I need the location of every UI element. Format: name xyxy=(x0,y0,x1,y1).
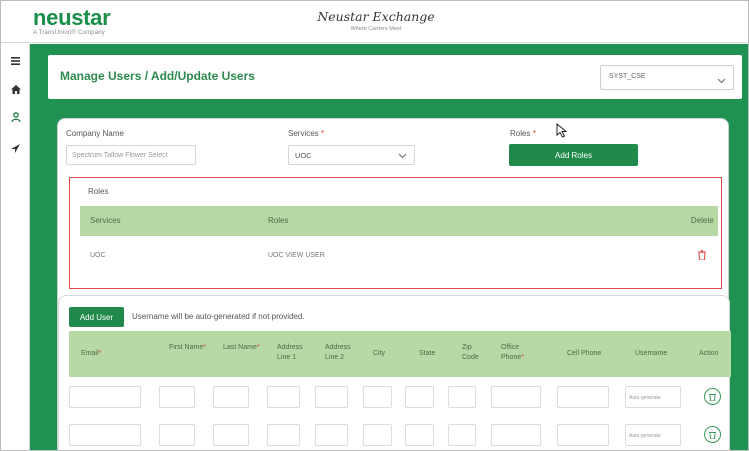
col-zip: Zip Code xyxy=(462,344,479,361)
menu-icon[interactable] xyxy=(7,54,24,68)
users-table-header: Email* First Name* Last Name* Address Li… xyxy=(69,331,731,377)
address-1-field[interactable] xyxy=(267,386,300,408)
address-1-field[interactable] xyxy=(267,424,300,446)
profile-select-value: SYST_CSE xyxy=(609,73,646,80)
roles-table-header: Services Roles Delete xyxy=(80,206,718,236)
send-icon[interactable] xyxy=(7,141,24,155)
chevron-down-icon xyxy=(717,72,726,90)
services-select-value: UOC xyxy=(295,151,312,160)
first-name-field[interactable] xyxy=(159,386,195,408)
cell-phone-field[interactable] xyxy=(557,386,609,408)
trash-icon xyxy=(709,393,716,401)
col-first-name-label: First Name xyxy=(169,344,204,351)
logo-subtitle: A TransUnion® Company xyxy=(33,30,105,36)
roles-col-roles: Roles xyxy=(268,216,289,225)
roles-section: Roles Services Roles Delete UOC UOC VIEW… xyxy=(69,177,722,289)
required-marker: * xyxy=(320,129,325,138)
roles-label: Roles * xyxy=(510,129,536,138)
roles-col-delete: Delete xyxy=(690,216,714,225)
cell-phone-field[interactable] xyxy=(557,424,609,446)
col-address-2: Address Line 2 xyxy=(325,344,351,361)
user-form-panel: Company Name Spectrum Tallow Flower Sele… xyxy=(57,118,731,450)
role-name-cell: UOC VIEW USER xyxy=(268,252,325,259)
users-icon[interactable] xyxy=(7,110,24,124)
col-state: State xyxy=(419,350,436,357)
col-city: City xyxy=(373,350,386,357)
add-user-button[interactable]: Add User xyxy=(69,307,124,327)
office-phone-field[interactable] xyxy=(491,424,541,446)
email-field[interactable] xyxy=(69,386,141,408)
page-title: Manage Users / Add/Update Users xyxy=(60,69,255,83)
zip-field[interactable] xyxy=(448,424,476,446)
neustar-logo[interactable]: neustar A TransUnion® Company xyxy=(33,5,111,37)
home-icon[interactable] xyxy=(7,82,24,96)
last-name-field[interactable] xyxy=(213,386,249,408)
required-marker: * xyxy=(98,350,102,357)
required-marker: * xyxy=(256,344,260,351)
mouse-cursor-icon xyxy=(556,122,568,143)
city-field[interactable] xyxy=(363,424,392,446)
office-phone-field[interactable] xyxy=(491,386,541,408)
users-section: Add User Username will be auto-generated… xyxy=(58,295,731,450)
delete-row-button[interactable] xyxy=(704,426,721,443)
main-content: Manage Users / Add/Update Users SYST_CSE… xyxy=(30,44,748,450)
required-marker: * xyxy=(532,129,536,138)
roles-col-services: Services xyxy=(90,216,121,225)
roles-label-text: Roles xyxy=(510,129,531,138)
logo-text: neustar xyxy=(33,5,111,30)
app-title: Neustar Exchange Where Carriers Meet xyxy=(301,9,451,32)
app-window: neustar A TransUnion® Company Neustar Ex… xyxy=(0,0,749,451)
trash-icon[interactable] xyxy=(698,250,706,262)
username-field[interactable]: Auto-generate xyxy=(625,386,681,408)
first-name-field[interactable] xyxy=(159,424,195,446)
col-email-label: Email xyxy=(81,350,99,357)
col-address-1: Address Line 1 xyxy=(277,344,303,361)
services-label: Services * xyxy=(288,129,324,138)
trash-icon xyxy=(709,431,716,439)
username-field[interactable]: Auto-generate xyxy=(625,424,681,446)
profile-select[interactable]: SYST_CSE xyxy=(600,65,734,90)
app-title-main: Neustar Exchange xyxy=(317,9,435,24)
email-field[interactable] xyxy=(69,424,141,446)
address-2-field[interactable] xyxy=(315,424,348,446)
page-header: Manage Users / Add/Update Users SYST_CSE xyxy=(48,55,742,99)
state-field[interactable] xyxy=(405,386,434,408)
chevron-down-icon xyxy=(398,151,407,162)
col-office-phone: Office Phone* xyxy=(501,343,541,363)
col-first-name: First Name* xyxy=(169,343,209,353)
company-input[interactable]: Spectrum Tallow Flower Select xyxy=(66,145,196,165)
add-roles-button[interactable]: Add Roles xyxy=(509,144,638,166)
col-action: Action xyxy=(699,350,719,357)
col-username: Username xyxy=(635,350,668,357)
city-field[interactable] xyxy=(363,386,392,408)
app-title-sub: Where Carriers Meet xyxy=(350,26,402,32)
username-note: Username will be auto-generated if not p… xyxy=(132,312,305,321)
col-last-name: Last Name* xyxy=(223,343,263,353)
required-marker: * xyxy=(203,344,206,351)
col-cell-phone: Cell Phone xyxy=(567,350,602,357)
col-last-name-label: Last Name xyxy=(223,344,257,351)
delete-row-button[interactable] xyxy=(704,388,721,405)
required-marker: * xyxy=(521,354,524,361)
top-bar: neustar A TransUnion® Company Neustar Ex… xyxy=(1,1,748,43)
zip-field[interactable] xyxy=(448,386,476,408)
services-label-text: Services xyxy=(288,129,319,138)
col-email: Email* xyxy=(81,349,101,359)
role-service-cell: UOC xyxy=(90,252,106,259)
last-name-field[interactable] xyxy=(213,424,249,446)
address-2-field[interactable] xyxy=(315,386,348,408)
state-field[interactable] xyxy=(405,424,434,446)
company-label: Company Name xyxy=(66,129,124,138)
sidebar xyxy=(1,44,30,450)
services-select[interactable]: UOC xyxy=(288,145,415,165)
roles-section-label: Roles xyxy=(88,187,109,196)
col-office-phone-label: Office Phone xyxy=(501,344,522,361)
